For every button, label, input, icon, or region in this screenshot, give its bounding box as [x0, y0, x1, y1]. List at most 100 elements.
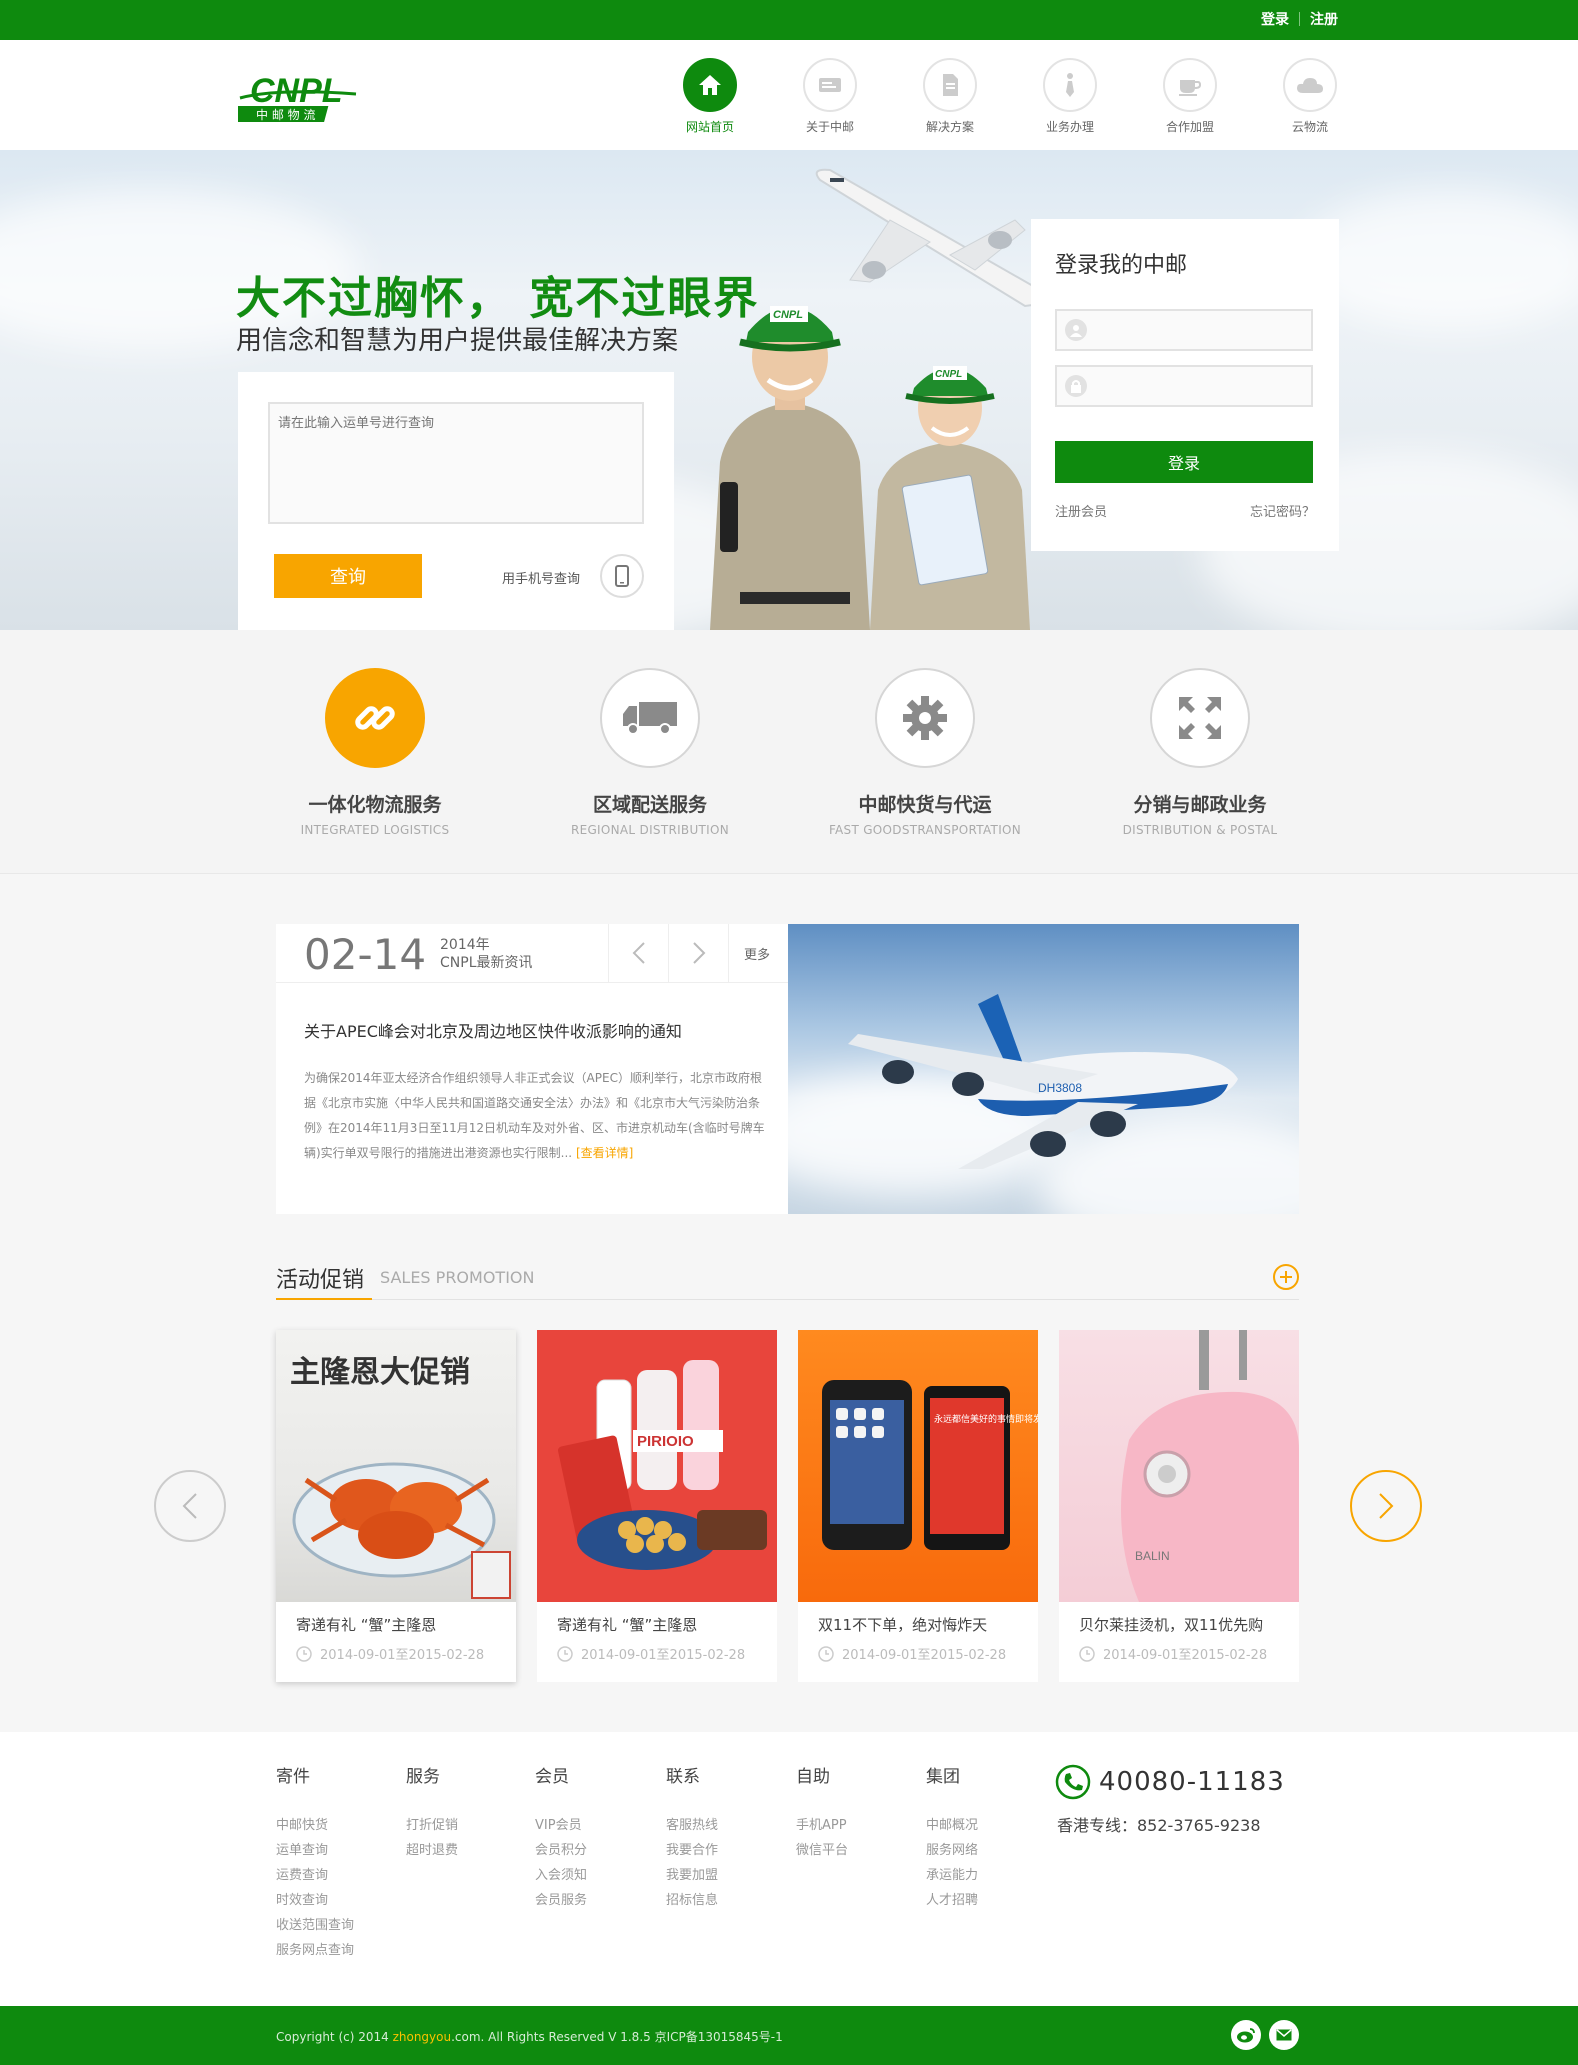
footer-column-send: 寄件 中邮快货 运单查询 运费查询 时效查询 收送范围查询 服务网点查询	[276, 1762, 354, 1963]
carousel-next-button[interactable]	[1350, 1470, 1422, 1542]
nav-label: 云物流	[1291, 120, 1328, 134]
footer-link[interactable]: 人才招聘	[926, 1888, 978, 1913]
news-more-link[interactable]: 更多	[744, 944, 770, 963]
login-button[interactable]: 登录	[1055, 441, 1313, 483]
phone-query-link[interactable]: 用手机号查询	[502, 568, 580, 587]
footer-link[interactable]: 打折促销	[406, 1813, 458, 1838]
news-date: 02-14	[304, 930, 427, 979]
password-field[interactable]	[1055, 365, 1313, 407]
promo-card-date: 2014-09-01至2015-02-28	[557, 1644, 745, 1663]
hotline: 40080-11183	[1055, 1764, 1285, 1800]
top-links: 登录 注册	[1261, 9, 1338, 29]
news-detail-link[interactable]: [查看详情]	[576, 1146, 633, 1160]
chevron-right-icon	[1379, 1493, 1394, 1519]
hero-banner: 大不过胸怀， 宽不过眼界 用信念和智慧为用户提供最佳解决方案 CNPL CNPL	[0, 150, 1578, 630]
cloud-shape	[1300, 190, 1578, 330]
service-regional-distribution[interactable]: 区域配送服务 REGIONAL DISTRIBUTION	[530, 668, 770, 837]
service-integrated-logistics[interactable]: 一体化物流服务 INTEGRATED LOGISTICS	[255, 668, 495, 837]
footer-column-member: 会员 VIP会员 会员积分 入会须知 会员服务	[535, 1762, 587, 1913]
footer-link[interactable]: 微信平台	[796, 1838, 848, 1863]
footer-link[interactable]: 客服热线	[666, 1813, 718, 1838]
nav-home[interactable]: 网站首页	[650, 58, 770, 135]
query-button[interactable]: 查询	[274, 554, 422, 598]
courier-man-illustration: CNPL	[700, 262, 880, 630]
weibo-button[interactable]	[1231, 2020, 1261, 2050]
phone-icon	[1055, 1764, 1091, 1800]
promo-card-title: 贝尔莱挂烫机，双11优先购	[1079, 1616, 1264, 1634]
forgot-password-link[interactable]: 忘记密码？	[1250, 501, 1315, 520]
service-title: 中邮快货与代运	[858, 794, 992, 816]
username-field[interactable]	[1055, 309, 1313, 351]
service-distribution-postal[interactable]: 分销与邮政业务 DISTRIBUTION & POSTAL	[1080, 668, 1320, 837]
service-title: 区域配送服务	[592, 794, 707, 816]
top-login-link[interactable]: 登录	[1261, 9, 1289, 29]
footer-link[interactable]: 运费查询	[276, 1863, 354, 1888]
footer-column-title: 会员	[535, 1767, 569, 1787]
nav-business[interactable]: 业务办理	[1010, 58, 1130, 135]
clock-icon	[296, 1645, 312, 1662]
footer-column-title: 集团	[926, 1767, 960, 1787]
footer-link[interactable]: 运单查询	[276, 1838, 354, 1863]
truck-icon	[600, 668, 700, 768]
footer-link[interactable]: 手机APP	[796, 1813, 848, 1838]
expand-icon	[1150, 668, 1250, 768]
promo-card[interactable]: PIRIOIO 寄递有礼 “蟹”主隆恩 2014-09-01至2015-02-2…	[537, 1330, 777, 1682]
divider	[276, 982, 788, 983]
svg-text:中 邮 物 流: 中 邮 物 流	[256, 107, 315, 122]
promo-card[interactable]: 主隆恩大促销 寄递有礼 “蟹”主隆恩 2014-09-01至2015-02-28	[276, 1330, 516, 1682]
svg-text:CNPL: CNPL	[935, 369, 962, 380]
service-fast-transportation[interactable]: 中邮快货与代运 FAST GOODSTRANSPORTATION	[805, 668, 1045, 837]
promo-card[interactable]: BALIN 贝尔莱挂烫机，双11优先购 2014-09-01至2015-02-2…	[1059, 1330, 1299, 1682]
footer-link[interactable]: 收送范围查询	[276, 1913, 354, 1938]
news-next-button[interactable]	[668, 924, 728, 982]
nav-partner[interactable]: 合作加盟	[1130, 58, 1250, 135]
footer-link[interactable]: 入会须知	[535, 1863, 587, 1888]
link-icon	[325, 668, 425, 768]
promo-date-text: 2014-09-01至2015-02-28	[320, 1648, 485, 1663]
promotion-header: 活动促销 SALES PROMOTION	[276, 1256, 1299, 1300]
svg-text:BALIN: BALIN	[1135, 1549, 1170, 1563]
register-member-link[interactable]: 注册会员	[1055, 501, 1107, 520]
footer-link[interactable]: 服务网络	[926, 1838, 978, 1863]
footer-link[interactable]: 我要加盟	[666, 1863, 718, 1888]
footer-link[interactable]: 招标信息	[666, 1888, 718, 1913]
footer-link[interactable]: 会员服务	[535, 1888, 587, 1913]
header: CNPL 中 邮 物 流 网站首页 关于中邮 解决方案 业务办理 合作加盟 云物…	[0, 40, 1578, 150]
footer-link[interactable]: 中邮快货	[276, 1813, 354, 1838]
cnpl-logo[interactable]: CNPL 中 邮 物 流	[228, 70, 368, 126]
top-register-link[interactable]: 注册	[1310, 9, 1338, 29]
mobile-phone-icon[interactable]	[600, 554, 644, 598]
footer-column-title: 服务	[406, 1767, 440, 1787]
news-title[interactable]: 关于APEC峰会对北京及周边地区快件收派影响的通知	[304, 1018, 682, 1042]
carousel-prev-button[interactable]	[154, 1470, 226, 1542]
top-link-divider	[1299, 12, 1300, 26]
footer-link[interactable]: 会员积分	[535, 1838, 587, 1863]
promo-date-text: 2014-09-01至2015-02-28	[842, 1648, 1007, 1663]
footer-link[interactable]: 超时退费	[406, 1838, 458, 1863]
promo-date-text: 2014-09-01至2015-02-28	[1103, 1648, 1268, 1663]
promo-image-phones: 永远都信美好的事情即将发生	[798, 1330, 1038, 1602]
footer-link[interactable]: 服务网点查询	[276, 1938, 354, 1963]
nav-solutions[interactable]: 解决方案	[890, 58, 1010, 135]
footer-link[interactable]: 时效查询	[276, 1888, 354, 1913]
tracking-number-input[interactable]	[268, 402, 644, 524]
promotion-more-button[interactable]	[1273, 1264, 1299, 1290]
footer-link[interactable]: 承运能力	[926, 1863, 978, 1888]
nav-about[interactable]: 关于中邮	[770, 58, 890, 135]
courier-woman-illustration: CNPL	[860, 330, 1040, 630]
nav-cloud[interactable]: 云物流	[1250, 58, 1370, 135]
email-button[interactable]	[1269, 2020, 1299, 2050]
promo-card[interactable]: 永远都信美好的事情即将发生 双11不下单，绝对悔炸天 2014-09-01至20…	[798, 1330, 1038, 1682]
bottom-bar: Copyright (c) 2014 zhongyou.com. All Rig…	[0, 2006, 1578, 2065]
footer-link[interactable]: 我要合作	[666, 1838, 718, 1863]
footer-link[interactable]: VIP会员	[535, 1813, 587, 1838]
services-section: 一体化物流服务 INTEGRATED LOGISTICS 区域配送服务 REGI…	[0, 630, 1578, 874]
footer-column-title: 联系	[666, 1767, 700, 1787]
news-prev-button[interactable]	[608, 924, 668, 982]
hongkong-line: 香港专线：852-3765-9238	[1057, 1816, 1261, 1835]
promo-card-title: 寄递有礼 “蟹”主隆恩	[296, 1616, 437, 1634]
svg-text:永远都信美好的事情即将发生: 永远都信美好的事情即将发生	[934, 1413, 1038, 1425]
nav-label: 业务办理	[1045, 120, 1094, 134]
footer-link[interactable]: 中邮概况	[926, 1813, 978, 1838]
footer-column-self-service: 自助 手机APP 微信平台	[796, 1762, 848, 1863]
